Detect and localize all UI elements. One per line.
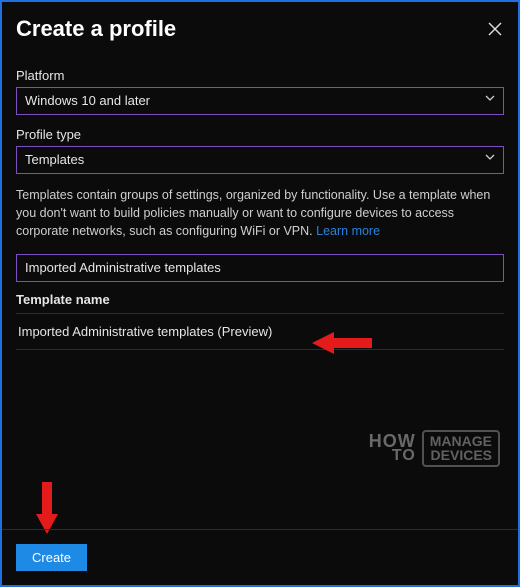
close-icon[interactable]: [486, 20, 504, 38]
panel-footer: Create: [2, 529, 518, 585]
panel-body: Platform Windows 10 and later Profile ty…: [2, 48, 518, 350]
chevron-down-icon: [483, 147, 497, 173]
divider: [16, 349, 504, 350]
chevron-down-icon: [483, 88, 497, 114]
panel-header: Create a profile: [2, 2, 518, 48]
template-name-column: Template name: [16, 292, 504, 313]
template-search-input[interactable]: Imported Administrative templates: [16, 254, 504, 282]
watermark-l2: TO: [369, 449, 416, 464]
profile-type-value: Templates: [25, 152, 84, 167]
watermark-b1: MANAGE: [430, 434, 492, 449]
annotation-arrow-down-icon: [34, 482, 60, 534]
table-row[interactable]: Imported Administrative templates (Previ…: [16, 314, 504, 349]
watermark-box: MANAGE DEVICES: [422, 430, 500, 467]
watermark-b2: DEVICES: [430, 448, 492, 463]
learn-more-link[interactable]: Learn more: [316, 224, 380, 238]
template-row-label: Imported Administrative templates (Previ…: [18, 324, 272, 339]
watermark-l1: HOW: [369, 431, 416, 451]
create-button[interactable]: Create: [16, 544, 87, 571]
templates-description: Templates contain groups of settings, or…: [16, 186, 504, 240]
platform-select[interactable]: Windows 10 and later: [16, 87, 504, 115]
platform-value: Windows 10 and later: [25, 93, 150, 108]
watermark: HOW TO MANAGE DEVICES: [369, 430, 500, 467]
platform-label: Platform: [16, 68, 504, 83]
panel-title: Create a profile: [16, 16, 176, 42]
watermark-howto: HOW TO: [369, 433, 416, 464]
profile-type-label: Profile type: [16, 127, 504, 142]
create-profile-panel: Create a profile Platform Windows 10 and…: [0, 0, 520, 587]
template-search-value: Imported Administrative templates: [25, 260, 221, 275]
profile-type-select[interactable]: Templates: [16, 146, 504, 174]
description-text: Templates contain groups of settings, or…: [16, 188, 490, 238]
